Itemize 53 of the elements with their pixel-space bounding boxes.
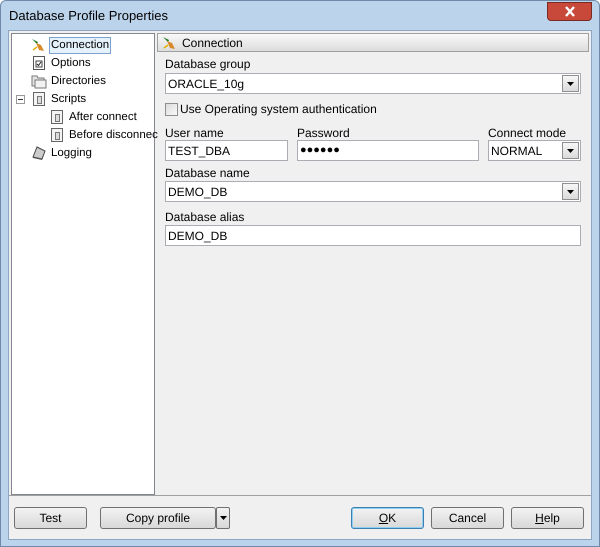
plug-icon <box>31 37 47 53</box>
tree-item[interactable]: Logging <box>49 144 94 162</box>
section-title: Connection <box>182 34 243 52</box>
tree-item[interactable]: Options <box>49 54 93 72</box>
checkbox[interactable] <box>165 102 178 116</box>
window-title: Database Profile Properties <box>8 6 168 25</box>
field-value: ORACLE_10g <box>168 76 244 92</box>
document-icon <box>49 109 65 125</box>
field-label: User name <box>165 125 225 140</box>
document-icon <box>49 127 65 143</box>
dialog-button[interactable]: Test <box>14 506 87 528</box>
expander-icon[interactable] <box>16 94 25 104</box>
field-value: NORMAL <box>491 142 542 160</box>
field-label: Connect mode <box>488 125 568 140</box>
dialog-button[interactable]: Help <box>511 506 584 528</box>
dropdown-button[interactable] <box>216 506 230 528</box>
field-value: DEMO_DB <box>168 228 228 244</box>
plug-icon <box>162 34 178 50</box>
field-label: Database alias <box>165 209 246 224</box>
password-field[interactable]: ●●●●●● <box>297 140 479 161</box>
caret-icon <box>567 148 574 152</box>
dropdown-button[interactable] <box>562 183 579 200</box>
dialog-button[interactable]: OK <box>351 506 424 528</box>
tree-item[interactable]: Directories <box>49 72 108 90</box>
dropdown-button[interactable] <box>562 142 579 159</box>
field-value: DEMO_DB <box>168 184 228 200</box>
caret-icon <box>567 82 574 86</box>
dropdown-button[interactable] <box>562 75 579 92</box>
checkbox-label: Use Operating system authentication <box>180 101 377 118</box>
tree-item[interactable]: Scripts <box>49 90 88 108</box>
checklist-icon <box>31 55 47 71</box>
dialog-button[interactable]: Cancel <box>431 506 504 528</box>
field-label: Database group <box>165 56 252 72</box>
caret-icon <box>567 190 574 194</box>
dialog-button[interactable]: Copy profile <box>100 506 216 528</box>
folders-icon <box>31 73 47 89</box>
dropdown-field[interactable]: DEMO_DB <box>165 181 581 202</box>
notebook-icon <box>31 145 47 161</box>
field-label: Password <box>297 125 351 140</box>
dropdown-field[interactable]: ORACLE_10g <box>165 73 581 94</box>
field-label: Database name <box>165 165 251 180</box>
tree-item[interactable]: Connection <box>49 36 112 54</box>
input-field[interactable]: TEST_DBA <box>165 140 288 161</box>
dropdown-field[interactable]: NORMAL <box>488 140 581 161</box>
tree-item[interactable]: After connect <box>67 108 139 126</box>
close-button[interactable] <box>547 2 592 21</box>
field-value: ●●●●●● <box>300 143 340 158</box>
caret-icon <box>220 516 226 520</box>
tree-item[interactable]: Before disconnec <box>67 126 160 144</box>
field-value: TEST_DBA <box>168 142 230 160</box>
document-icon <box>31 91 47 107</box>
input-field[interactable]: DEMO_DB <box>165 225 581 246</box>
close-icon <box>564 6 576 17</box>
